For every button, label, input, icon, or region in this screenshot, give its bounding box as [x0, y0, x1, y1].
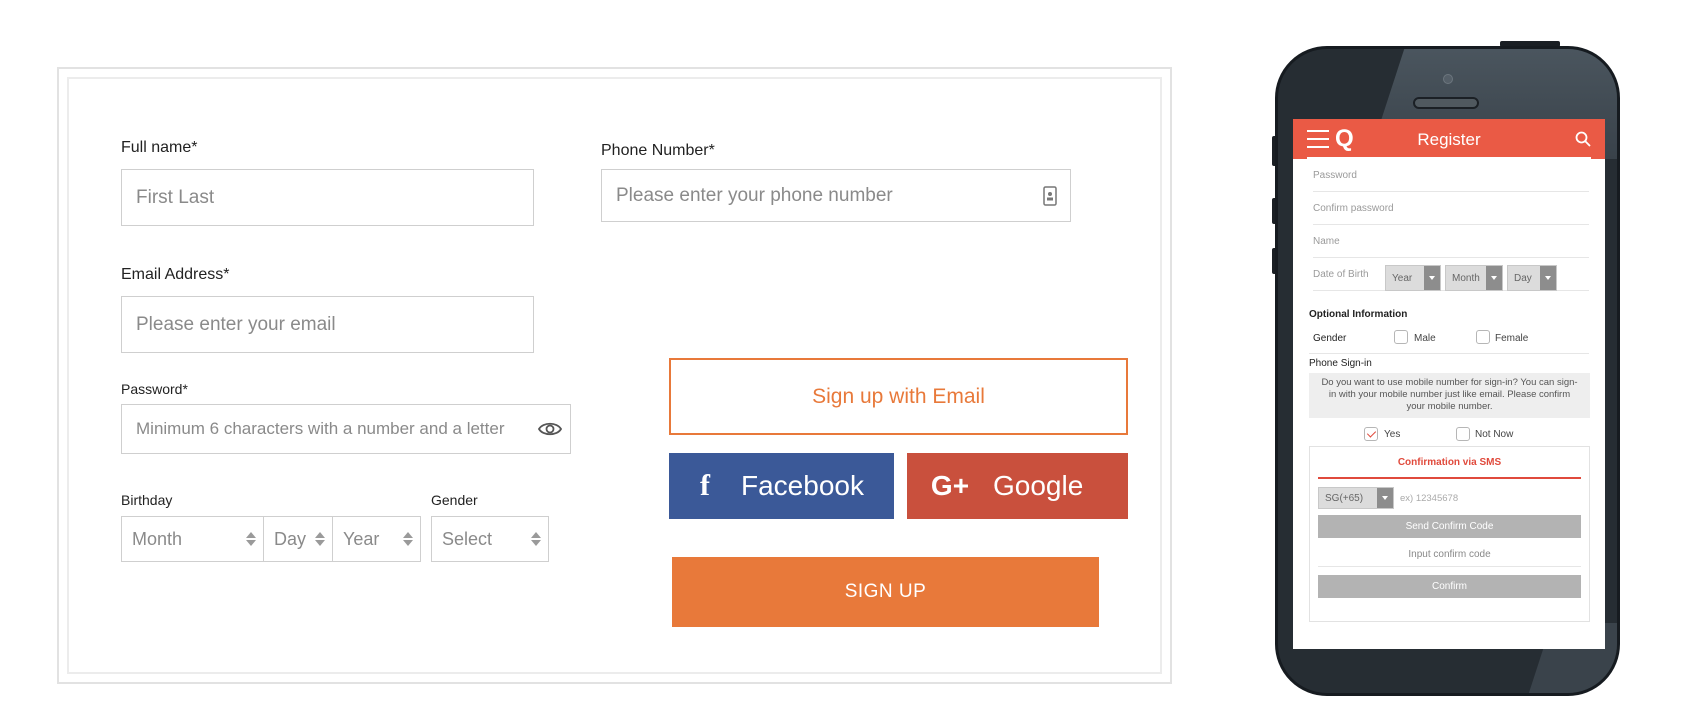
confirm-button[interactable]: Confirm [1318, 575, 1581, 598]
facebook-icon: f [700, 469, 710, 502]
phone-input[interactable]: Please enter your phone number [601, 169, 1071, 222]
sms-confirmation-title: Confirmation via SMS [1318, 457, 1581, 479]
facebook-label: Facebook [741, 470, 864, 501]
dob-label: Date of Birth [1313, 268, 1369, 280]
yes-label: Yes [1384, 429, 1401, 440]
mobile-gender-label: Gender [1313, 333, 1347, 344]
mobile-screen: Q Register Password Confirm password Nam… [1293, 119, 1605, 649]
male-label: Male [1414, 333, 1436, 344]
gender-select[interactable]: Select [431, 516, 549, 562]
dropdown-arrow-icon [1486, 266, 1502, 290]
phone-speaker [1413, 97, 1479, 109]
yes-checkbox[interactable] [1364, 427, 1378, 441]
gender-value: Select [442, 528, 493, 549]
mobile-month-select[interactable]: Month [1445, 265, 1503, 291]
birthday-day-select[interactable]: Day [263, 516, 333, 562]
sign-up-label: SIGN UP [844, 581, 927, 602]
select-arrows-icon [308, 532, 332, 546]
not-now-label: Not Now [1475, 429, 1514, 440]
confirm-code-input[interactable]: Input confirm code [1318, 543, 1581, 567]
full-name-placeholder: First Last [136, 186, 215, 208]
birthday-month-value: Month [132, 528, 183, 549]
mobile-day-select[interactable]: Day [1507, 265, 1557, 291]
eye-icon[interactable] [530, 421, 570, 437]
sms-confirmation-panel: Confirmation via SMS SG(+65) ex) 1234567… [1309, 446, 1590, 622]
facebook-button[interactable]: f Facebook [669, 453, 894, 519]
mobile-confirm-password-input[interactable]: Confirm password [1313, 192, 1589, 225]
birthday-year-select[interactable]: Year [332, 516, 421, 562]
mobile-password-input[interactable]: Password [1313, 159, 1589, 192]
male-checkbox[interactable] [1394, 330, 1408, 344]
birthday-month-select[interactable]: Month [121, 516, 264, 562]
google-button[interactable]: G+ Google [907, 453, 1128, 519]
password-input[interactable]: Minimum 6 characters with a number and a… [121, 404, 571, 454]
optional-info-title: Optional Information [1309, 309, 1408, 320]
female-label: Female [1495, 333, 1529, 344]
contact-card-icon[interactable] [1030, 185, 1070, 206]
mobile-page-title: Register [1417, 130, 1481, 149]
search-icon[interactable] [1575, 131, 1591, 147]
signup-form-card: Full name* First Last Phone Number* Plea… [57, 67, 1172, 684]
phone-signin-title: Phone Sign-in [1309, 358, 1372, 369]
mobile-year-select[interactable]: Year [1385, 265, 1441, 291]
phone-label: Phone Number* [601, 142, 715, 159]
sign-up-button[interactable]: SIGN UP [672, 557, 1099, 627]
email-placeholder: Please enter your email [136, 313, 336, 335]
birthday-year-value: Year [343, 528, 380, 549]
dropdown-arrow-icon [1540, 266, 1556, 290]
google-plus-icon: G+ [930, 470, 970, 501]
sign-up-with-email-label: Sign up with Email [812, 384, 985, 408]
mobile-phone-input[interactable]: ex) 12345678 [1400, 487, 1580, 509]
email-input[interactable]: Please enter your email [121, 296, 534, 353]
dropdown-arrow-icon [1424, 266, 1440, 290]
email-label: Email Address* [121, 266, 230, 283]
mobile-name-input[interactable]: Name [1313, 225, 1589, 258]
select-arrows-icon [239, 532, 263, 546]
phone-camera [1443, 74, 1453, 84]
select-arrows-icon [396, 532, 420, 546]
send-confirm-code-button[interactable]: Send Confirm Code [1318, 515, 1581, 538]
birthday-label: Birthday [121, 492, 173, 508]
password-label: Password* [121, 381, 188, 397]
mobile-app-bar: Q Register [1293, 119, 1605, 159]
full-name-input[interactable]: First Last [121, 169, 534, 226]
phone-signin-info: Do you want to use mobile number for sig… [1309, 373, 1590, 418]
female-checkbox[interactable] [1476, 330, 1490, 344]
sign-up-with-email-button[interactable]: Sign up with Email [669, 358, 1128, 435]
password-placeholder: Minimum 6 characters with a number and a… [136, 419, 505, 438]
select-arrows-icon [524, 532, 548, 546]
google-label: Google [993, 470, 1084, 501]
full-name-label: Full name* [121, 139, 198, 156]
country-code-select[interactable]: SG(+65) [1318, 487, 1394, 509]
gender-label: Gender [431, 492, 478, 508]
birthday-day-value: Day [274, 528, 307, 549]
phone-mockup: Q Register Password Confirm password Nam… [1275, 46, 1620, 696]
dropdown-arrow-icon [1377, 488, 1393, 508]
not-now-checkbox[interactable] [1456, 427, 1470, 441]
phone-placeholder: Please enter your phone number [616, 184, 893, 206]
